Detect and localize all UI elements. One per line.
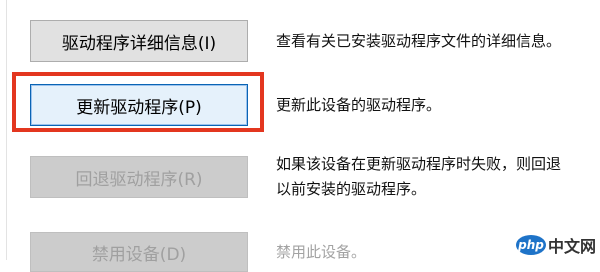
rollback-driver-button[interactable]: 回退驱动程序(R) [30, 156, 248, 198]
driver-details-description: 查看有关已安装驱动程序文件的详细信息。 [276, 32, 562, 50]
watermark-text: 中文网 [547, 237, 596, 256]
disable-device-button[interactable]: 禁用设备(D) [30, 232, 248, 272]
update-driver-description: 更新此设备的驱动程序。 [276, 96, 442, 114]
site-watermark: php 中文网 [515, 233, 596, 257]
rollback-driver-description-line1: 如果该设备在更新驱动程序时失败，则回退 [276, 155, 562, 173]
driver-details-button[interactable]: 驱动程序详细信息(I) [30, 20, 248, 62]
rollback-driver-description-line2: 以前安装的驱动程序。 [276, 180, 427, 198]
update-driver-button[interactable]: 更新驱动程序(P) [30, 84, 248, 126]
disable-device-description: 禁用此设备。 [276, 243, 367, 261]
php-logo-icon: php [515, 235, 546, 255]
left-divider [6, 0, 7, 260]
